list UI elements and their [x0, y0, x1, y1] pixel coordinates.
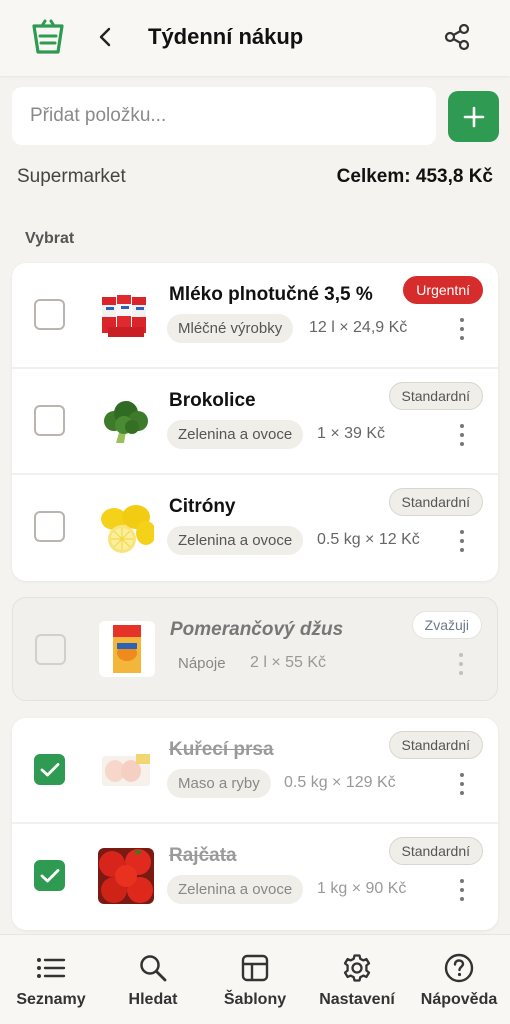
item-checkbox[interactable] — [35, 634, 66, 665]
product-image-tomatoes — [98, 848, 154, 904]
nav-label: Šablony — [223, 991, 287, 1008]
priority-badge[interactable]: Standardní — [388, 731, 483, 759]
list-icon — [36, 953, 66, 983]
checkmark-icon — [40, 762, 59, 776]
priority-badge[interactable]: Zvažuji — [411, 611, 482, 639]
total-price: Celkem: 453,8 Kč — [336, 166, 493, 187]
item-quantity: 0.5 kg × 12 Kč — [317, 531, 420, 548]
list-item[interactable]: Mléko plnotučné 3,5 % Mléčné výrobky 12 … — [12, 263, 498, 369]
plus-icon — [463, 106, 484, 127]
item-checkbox[interactable] — [34, 511, 65, 542]
nav-item-lists[interactable]: Seznamy — [0, 935, 102, 1024]
more-options-icon[interactable] — [456, 421, 468, 449]
top-app-bar: Týdenní nákup — [0, 0, 510, 76]
list-item[interactable]: Pomerančový džus Nápoje 2 l × 55 Kč Zvaž… — [13, 598, 497, 700]
priority-badge[interactable]: Standardní — [388, 382, 483, 410]
priority-badge[interactable]: Urgentní — [403, 276, 483, 304]
product-image-broccoli — [98, 393, 154, 449]
category-chip: Zelenina a ovoce — [167, 526, 304, 555]
item-group-considering: Pomerančový džus Nápoje 2 l × 55 Kč Zvaž… — [12, 597, 498, 701]
store-name[interactable]: Supermarket — [17, 166, 126, 188]
item-group-done: Kuřecí prsa Maso a ryby 0.5 kg × 129 Kč … — [12, 718, 498, 930]
more-options-icon[interactable] — [455, 650, 467, 678]
bottom-navigation: Seznamy Hledat Šablony Nastavení Nápověd… — [0, 934, 510, 1024]
more-options-icon[interactable] — [456, 770, 468, 798]
list-item[interactable]: Citróny Zelenina a ovoce 0.5 kg × 12 Kč … — [12, 475, 498, 581]
item-quantity: 1 kg × 90 Kč — [317, 880, 407, 897]
item-name: Kuřecí prsa — [169, 739, 274, 760]
search-icon — [138, 953, 168, 983]
nav-item-search[interactable]: Hledat — [102, 935, 204, 1024]
priority-badge[interactable]: Standardní — [388, 837, 483, 865]
category-chip: Mléčné výrobky — [167, 314, 294, 343]
add-item-input[interactable]: Přidat položku... — [12, 87, 436, 145]
checkmark-icon — [40, 868, 59, 882]
help-icon — [444, 953, 474, 983]
product-image-lemons — [98, 499, 154, 555]
priority-badge[interactable]: Standardní — [388, 488, 483, 516]
item-checkbox[interactable] — [34, 860, 65, 891]
nav-label: Hledat — [128, 991, 178, 1008]
back-button[interactable] — [90, 22, 120, 52]
item-name: Pomerančový džus — [170, 619, 344, 640]
item-checkbox[interactable] — [34, 754, 65, 785]
nav-item-templates[interactable]: Šablony — [204, 935, 306, 1024]
category-chip: Maso a ryby — [167, 769, 271, 798]
more-options-icon[interactable] — [456, 527, 468, 555]
template-icon — [240, 953, 270, 983]
nav-item-help[interactable]: Nápověda — [408, 935, 510, 1024]
item-checkbox[interactable] — [34, 299, 65, 330]
category-chip: Zelenina a ovoce — [167, 875, 304, 904]
nav-label: Nápověda — [420, 991, 498, 1008]
nav-label: Nastavení — [319, 991, 395, 1008]
category-chip: Nápoje — [178, 655, 226, 672]
list-item[interactable]: Kuřecí prsa Maso a ryby 0.5 kg × 129 Kč … — [12, 718, 498, 824]
item-quantity: 1 × 39 Kč — [317, 425, 386, 442]
share-button[interactable] — [440, 20, 474, 54]
list-item[interactable]: Rajčata Zelenina a ovoce 1 kg × 90 Kč St… — [12, 824, 498, 930]
item-name: Brokolice — [169, 390, 256, 411]
more-options-icon[interactable] — [456, 876, 468, 904]
nav-label: Seznamy — [16, 991, 86, 1008]
category-chip: Zelenina a ovoce — [167, 420, 304, 449]
item-name: Citróny — [169, 496, 236, 517]
item-name: Mléko plnotučné 3,5 % — [169, 284, 373, 305]
chevron-left-icon — [99, 27, 111, 47]
more-options-icon[interactable] — [456, 315, 468, 343]
share-icon — [444, 23, 470, 51]
shopping-basket-icon — [28, 18, 68, 58]
nav-item-settings[interactable]: Nastavení — [306, 935, 408, 1024]
item-quantity: 0.5 kg × 129 Kč — [284, 774, 396, 791]
item-group-active: Mléko plnotučné 3,5 % Mléčné výrobky 12 … — [12, 263, 498, 581]
item-quantity: 12 l × 24,9 Kč — [309, 319, 408, 336]
add-item-button[interactable] — [448, 91, 499, 142]
product-image-juice — [99, 621, 155, 677]
item-quantity: 2 l × 55 Kč — [250, 654, 327, 671]
gear-icon — [342, 953, 372, 983]
section-label: Vybrat — [25, 230, 75, 247]
product-image-chicken — [98, 742, 154, 798]
item-checkbox[interactable] — [34, 405, 65, 436]
page-title: Týdenní nákup — [148, 24, 304, 49]
product-image-milk — [98, 287, 154, 343]
item-name: Rajčata — [169, 845, 237, 866]
list-item[interactable]: Brokolice Zelenina a ovoce 1 × 39 Kč Sta… — [12, 369, 498, 475]
